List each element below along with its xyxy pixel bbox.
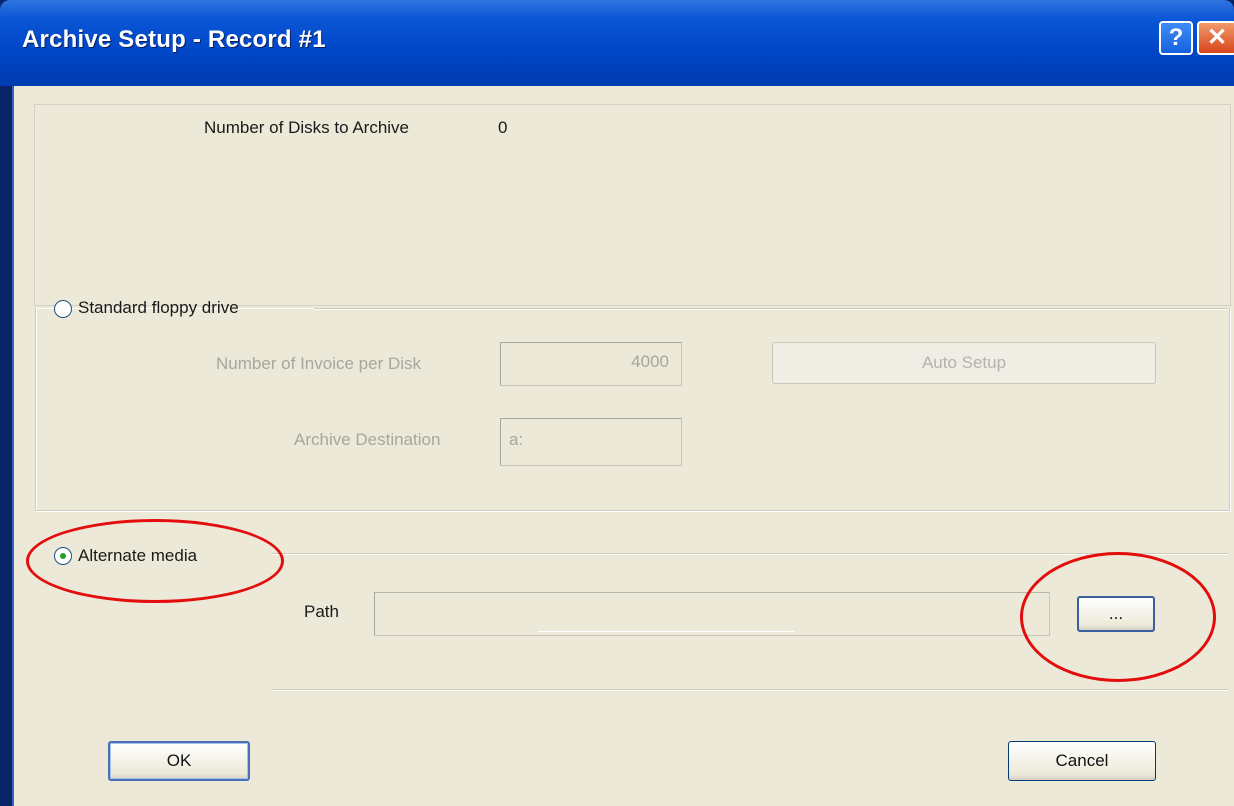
title-bar[interactable]: Archive Setup - Record #1 ? ✕: [0, 0, 1234, 86]
browse-button-highlight-ellipse: [1020, 552, 1216, 682]
invoices-per-disk-label: Number of Invoice per Disk: [216, 354, 422, 373]
window-title: Archive Setup - Record #1: [22, 26, 326, 53]
disks-to-archive-value: 0: [498, 118, 508, 137]
invoices-per-disk-input[interactable]: 4000: [500, 342, 682, 386]
archive-destination-input[interactable]: a:: [500, 418, 682, 466]
archive-destination-label: Archive Destination: [294, 430, 441, 449]
standard-floppy-label[interactable]: Standard floppy drive: [78, 298, 239, 318]
auto-setup-button[interactable]: Auto Setup: [772, 342, 1156, 384]
standard-floppy-radio[interactable]: [54, 300, 72, 318]
path-field-highlight: [538, 631, 794, 632]
help-icon[interactable]: ?: [1159, 21, 1193, 55]
disks-to-archive-label: Number of Disks to Archive: [204, 118, 410, 137]
path-input[interactable]: [374, 592, 1050, 636]
floppy-group-divider: [314, 308, 1228, 310]
cancel-button[interactable]: Cancel: [1008, 741, 1156, 781]
floppy-group: [35, 308, 1230, 511]
close-icon[interactable]: ✕: [1197, 21, 1234, 55]
alternate-group-bottom-divider: [272, 689, 1228, 691]
ok-button[interactable]: OK: [108, 741, 250, 781]
alternate-media-highlight-ellipse: [26, 519, 284, 603]
dialog-body: Number of Disks to Archive 0 Standard fl…: [12, 86, 1234, 806]
path-label: Path: [304, 602, 339, 621]
archive-setup-window: Archive Setup - Record #1 ? ✕ Number of …: [0, 0, 1234, 806]
